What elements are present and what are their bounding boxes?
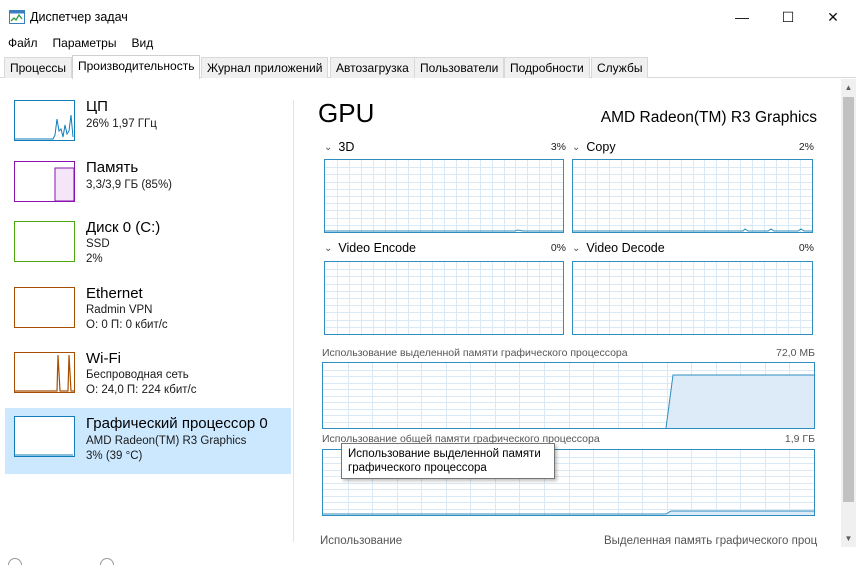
cpu-thumbnail-graph bbox=[15, 114, 74, 140]
page-title: GPU bbox=[318, 98, 375, 128]
graph-gridlines bbox=[573, 160, 812, 232]
tab-users[interactable]: Пользователи bbox=[414, 57, 505, 78]
sidebar-item-detail: 3,3/3,9 ГБ (85%) bbox=[86, 179, 173, 191]
engine-label: Video Decode bbox=[586, 241, 665, 255]
sidebar-item-cpu[interactable]: ЦП 26% 1,97 ГГц bbox=[5, 93, 291, 159]
task-manager-icon bbox=[9, 10, 25, 24]
dedicated-memory-label: Использование выделенной памяти графичес… bbox=[322, 347, 628, 359]
task-manager-window: Диспетчер задач — ☐ ✕ Файл Параметры Вид… bbox=[0, 0, 856, 565]
sidebar-item-detail: 2% bbox=[86, 253, 103, 265]
tab-app-history[interactable]: Журнал приложений bbox=[201, 57, 329, 78]
tab-performance[interactable]: Производительность bbox=[72, 55, 201, 79]
engine-graph-3d-grid bbox=[325, 160, 563, 232]
engine-graph-3d bbox=[324, 159, 564, 233]
sidebar-item-gpu[interactable]: Графический процессор 0 AMD Radeon(TM) R… bbox=[5, 408, 291, 474]
sidebar-item-title: ЦП bbox=[86, 98, 108, 115]
memory-thumbnail bbox=[14, 161, 75, 202]
utilization-label: Использование bbox=[320, 535, 403, 547]
engine-label: Copy bbox=[586, 140, 616, 154]
gpu-model-name: AMD Radeon(TM) R3 Graphics bbox=[600, 109, 817, 126]
dedicated-memory-graph-grid bbox=[323, 363, 814, 428]
sidebar-item-detail: 26% 1,97 ГГц bbox=[86, 118, 157, 130]
dedicated-memory-graph bbox=[322, 362, 815, 429]
engine-graph-copy-grid bbox=[573, 160, 812, 232]
menu-bar: Файл Параметры Вид bbox=[0, 34, 160, 54]
scroll-down-arrow-icon[interactable]: ▼ bbox=[841, 530, 856, 547]
engine-percent: 3% bbox=[550, 141, 566, 153]
gpu-thumbnail bbox=[14, 416, 75, 457]
panel-divider bbox=[293, 100, 294, 542]
sidebar-item-detail: Беспроводная сеть bbox=[86, 369, 189, 381]
sidebar-item-ethernet[interactable]: Ethernet Radmin VPN О: 0 П: 0 кбит/с bbox=[5, 280, 291, 346]
tab-startup[interactable]: Автозагрузка bbox=[330, 57, 415, 78]
graph-gridlines bbox=[573, 262, 812, 334]
sidebar-item-memory[interactable]: Память 3,3/3,9 ГБ (85%) bbox=[5, 154, 291, 220]
chevron-down-icon: ⌄ bbox=[572, 142, 581, 153]
tab-details[interactable]: Подробности bbox=[504, 57, 590, 78]
tab-bar: Процессы Производительность Журнал прило… bbox=[0, 55, 856, 79]
dedicated-memory-stat-label: Выделенная память графического проц bbox=[604, 535, 818, 547]
disk-thumbnail bbox=[14, 221, 75, 262]
shared-memory-value: 1,9 ГБ bbox=[784, 433, 815, 445]
tooltip-line: графического процессора bbox=[348, 462, 487, 474]
menu-file[interactable]: Файл bbox=[0, 34, 45, 54]
tooltip-line: Использование выделенной памяти bbox=[348, 448, 541, 460]
ethernet-thumbnail bbox=[14, 287, 75, 328]
sidebar-item-title: Wi-Fi bbox=[86, 350, 121, 367]
resource-list: ЦП 26% 1,97 ГГц Память 3,3/3,9 ГБ (85%) … bbox=[0, 79, 293, 565]
sidebar-item-detail: AMD Radeon(TM) R3 Graphics bbox=[86, 435, 247, 447]
gpu-thumbnail-graph bbox=[15, 454, 73, 456]
memory-thumbnail-graph bbox=[54, 167, 74, 201]
minimize-button[interactable]: — bbox=[719, 0, 765, 34]
sidebar-item-detail: 3% (39 °C) bbox=[86, 450, 143, 462]
sidebar-item-title: Ethernet bbox=[86, 285, 143, 302]
scrollbar-thumb[interactable] bbox=[843, 97, 854, 502]
engine-percent: 0% bbox=[798, 242, 814, 254]
graph-gridlines bbox=[325, 160, 563, 232]
close-button[interactable]: ✕ bbox=[810, 0, 856, 34]
tab-services[interactable]: Службы bbox=[591, 57, 649, 78]
menu-options[interactable]: Параметры bbox=[45, 34, 124, 54]
engine-graph-video-encode-grid bbox=[325, 262, 563, 334]
engine-graph-copy bbox=[572, 159, 813, 233]
engine-graph-video-decode bbox=[572, 261, 813, 335]
sidebar-item-title: Память bbox=[86, 159, 139, 176]
resource-monitor-icon[interactable] bbox=[100, 558, 114, 565]
engine-selector-video-encode[interactable]: ⌄ Video Encode bbox=[324, 241, 416, 255]
sidebar-item-detail: SSD bbox=[86, 238, 110, 250]
engine-graph-video-encode bbox=[324, 261, 564, 335]
cpu-thumbnail bbox=[14, 100, 75, 141]
vertical-scrollbar[interactable]: ▲ ▼ bbox=[841, 79, 856, 547]
engine-label: Video Encode bbox=[338, 241, 417, 255]
scroll-up-arrow-icon[interactable]: ▲ bbox=[841, 79, 856, 96]
wifi-thumbnail-graph bbox=[15, 354, 74, 392]
fewer-details-icon[interactable] bbox=[8, 558, 22, 565]
engine-percent: 0% bbox=[550, 242, 566, 254]
engine-percent: 2% bbox=[798, 141, 814, 153]
engine-graph-video-decode-grid bbox=[573, 262, 812, 334]
sidebar-item-detail: О: 0 П: 0 кбит/с bbox=[86, 319, 168, 331]
graph-tooltip: Использование выделенной памяти графичес… bbox=[341, 443, 555, 479]
sidebar-item-title: Диск 0 (C:) bbox=[86, 219, 161, 236]
chevron-down-icon: ⌄ bbox=[324, 142, 333, 153]
engine-selector-3d[interactable]: ⌄ 3D bbox=[324, 140, 354, 154]
chevron-down-icon: ⌄ bbox=[572, 243, 581, 254]
window-title: Диспетчер задач bbox=[30, 10, 128, 24]
graph-gridlines bbox=[325, 262, 563, 334]
sidebar-item-detail: Radmin VPN bbox=[86, 304, 153, 316]
tab-processes[interactable]: Процессы bbox=[4, 57, 73, 78]
sidebar-item-disk[interactable]: Диск 0 (C:) SSD 2% bbox=[5, 214, 291, 280]
dedicated-memory-value: 72,0 МБ bbox=[776, 347, 815, 359]
menu-view[interactable]: Вид bbox=[123, 34, 160, 54]
engine-selector-video-decode[interactable]: ⌄ Video Decode bbox=[572, 241, 665, 255]
sidebar-item-detail: О: 24,0 П: 224 кбит/с bbox=[86, 384, 197, 396]
chevron-down-icon: ⌄ bbox=[324, 243, 333, 254]
engine-label: 3D bbox=[338, 140, 355, 154]
engine-selector-copy[interactable]: ⌄ Copy bbox=[572, 140, 616, 154]
sidebar-item-title: Графический процессор 0 bbox=[86, 415, 268, 432]
maximize-button[interactable]: ☐ bbox=[765, 0, 811, 34]
title-bar: Диспетчер задач — ☐ ✕ bbox=[0, 0, 856, 34]
sidebar-item-wifi[interactable]: Wi-Fi Беспроводная сеть О: 24,0 П: 224 к… bbox=[5, 345, 291, 411]
wifi-thumbnail bbox=[14, 352, 75, 393]
